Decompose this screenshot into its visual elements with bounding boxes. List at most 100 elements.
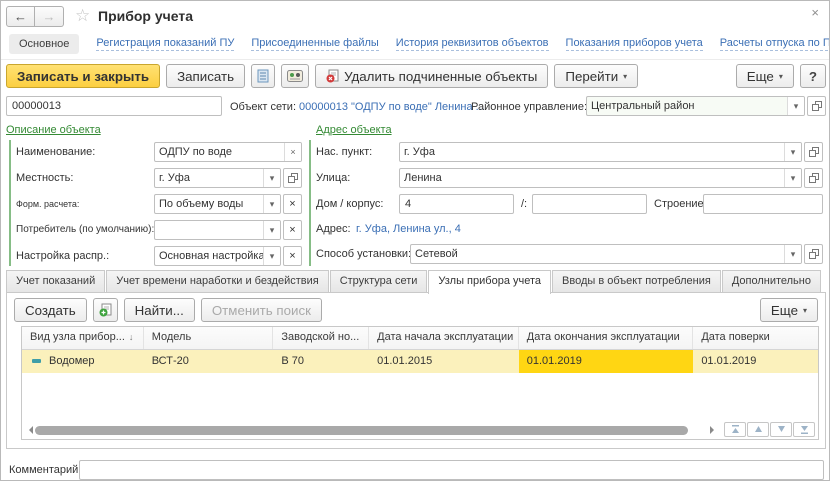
clear-button[interactable]: × <box>283 220 302 240</box>
column-end-date[interactable]: Дата окончания эксплуатации <box>519 327 694 349</box>
nav-item-main[interactable]: Основное <box>9 34 79 54</box>
cell-serial[interactable]: В 70 <box>273 350 369 373</box>
address-value: г. Уфа, Ленина ул., 4 <box>356 223 461 235</box>
table-row[interactable]: Водомер ВСТ-20 В 70 01.01.2015 01.01.201… <box>22 350 818 373</box>
cell-node-type[interactable]: Водомер <box>22 350 144 373</box>
tab-consumption-inputs[interactable]: Вводы в объект потребления <box>552 270 721 292</box>
chevron-down-icon[interactable]: ▾ <box>263 169 280 187</box>
create-button[interactable]: Создать <box>14 298 87 322</box>
cancel-search-button[interactable]: Отменить поиск <box>201 298 322 322</box>
nav-link-calculations[interactable]: Расчеты отпуска по ПУ <box>720 37 830 51</box>
column-model[interactable]: Модель <box>144 327 274 349</box>
tab-additional[interactable]: Дополнительно <box>722 270 821 292</box>
cell-end-date-selected[interactable]: 01.01.2019 <box>519 350 694 373</box>
column-serial[interactable]: Заводской но... <box>273 327 369 349</box>
comment-label: Комментарий: <box>9 464 81 476</box>
consumer-label: Потребитель (по умолчанию): <box>16 224 154 235</box>
tab-network-structure[interactable]: Структура сети <box>330 270 428 292</box>
house-input[interactable] <box>399 194 514 214</box>
next-row-button[interactable] <box>770 422 792 437</box>
chevron-down-icon[interactable]: ▾ <box>263 247 280 265</box>
tab-device-nodes[interactable]: Узлы прибора учета <box>428 270 551 294</box>
cell-start-date[interactable]: 01.01.2015 <box>369 350 519 373</box>
chevron-down-icon[interactable]: ▾ <box>787 97 804 115</box>
go-last-row-button[interactable] <box>793 422 815 437</box>
last-row-icon <box>800 425 809 434</box>
horizontal-scrollbar[interactable] <box>25 424 718 436</box>
column-node-type[interactable]: Вид узла прибор...↓ <box>22 327 144 349</box>
consumer-value[interactable] <box>155 221 263 239</box>
building-input[interactable] <box>703 194 823 214</box>
card-button[interactable] <box>281 64 309 88</box>
open-icon <box>809 173 819 183</box>
list-more-button[interactable]: Еще ▾ <box>760 298 818 322</box>
go-first-row-button[interactable] <box>724 422 746 437</box>
clear-button[interactable]: × <box>283 246 302 266</box>
open-icon <box>812 101 822 111</box>
forward-button[interactable]: → <box>35 6 64 27</box>
name-value[interactable]: ОДПУ по воде <box>155 143 284 161</box>
nav-link-registration[interactable]: Регистрация показаний ПУ <box>96 37 234 51</box>
save-button[interactable]: Записать <box>166 64 245 88</box>
network-object-link[interactable]: 00000013 "ОДПУ по воде" Ленина ... <box>299 101 485 113</box>
street-field: Ленина ▾ <box>399 168 823 188</box>
list-button[interactable] <box>251 64 275 88</box>
install-method-value[interactable]: Сетевой <box>411 245 784 263</box>
open-button[interactable] <box>804 168 823 188</box>
nav-link-history[interactable]: История реквизитов объектов <box>396 37 549 51</box>
chevron-down-icon[interactable]: ▾ <box>784 143 801 161</box>
settlement-value[interactable]: г. Уфа <box>400 143 784 161</box>
cell-model[interactable]: ВСТ-20 <box>144 350 274 373</box>
goto-button[interactable]: Перейти ▾ <box>554 64 638 88</box>
scroll-left-icon[interactable] <box>25 426 33 434</box>
distribution-field: Основная настройка пр ▾ × <box>154 246 302 266</box>
description-group-title[interactable]: Описание объекта <box>6 124 101 136</box>
locality-value[interactable]: г. Уфа <box>155 169 263 187</box>
previous-row-button[interactable] <box>747 422 769 437</box>
scroll-right-icon[interactable] <box>710 426 718 434</box>
code-input[interactable] <box>6 96 222 116</box>
history-buttons: ← → <box>6 6 64 27</box>
open-button[interactable] <box>807 96 826 116</box>
save-and-close-button[interactable]: Записать и закрыть <box>6 64 160 88</box>
help-button[interactable]: ? <box>800 64 826 88</box>
cell-check-date[interactable]: 01.01.2019 <box>693 350 818 373</box>
more-button[interactable]: Еще ▾ <box>736 64 794 88</box>
address-group-title[interactable]: Адрес объекта <box>316 124 392 136</box>
open-button[interactable] <box>283 168 302 188</box>
chevron-down-icon[interactable]: ▾ <box>784 169 801 187</box>
calc-form-value[interactable]: По объему воды <box>155 195 263 213</box>
column-start-date[interactable]: Дата начала эксплуатации <box>369 327 519 349</box>
column-check-date[interactable]: Дата поверки <box>693 327 818 349</box>
create-by-copy-button[interactable] <box>93 298 118 322</box>
open-button[interactable] <box>804 244 823 264</box>
settlement-field: г. Уфа ▾ <box>399 142 823 162</box>
district-field: Центральный район ▾ <box>586 96 826 116</box>
comment-input[interactable] <box>79 460 824 480</box>
chevron-down-icon[interactable]: ▾ <box>263 195 280 213</box>
corpus-input[interactable] <box>532 194 647 214</box>
chevron-down-icon: ▾ <box>623 72 627 81</box>
find-button[interactable]: Найти... <box>124 298 195 322</box>
street-value[interactable]: Ленина <box>400 169 784 187</box>
close-icon[interactable]: × <box>811 5 819 20</box>
open-button[interactable] <box>804 142 823 162</box>
scrollbar-thumb[interactable] <box>35 426 688 435</box>
clear-button[interactable]: × <box>283 194 302 214</box>
back-button[interactable]: ← <box>6 6 35 27</box>
distribution-label: Настройка распр.: <box>16 250 109 262</box>
district-value[interactable]: Центральный район <box>587 97 787 115</box>
clear-icon[interactable]: × <box>284 143 301 161</box>
chevron-down-icon[interactable]: ▾ <box>784 245 801 263</box>
scrollbar-track[interactable] <box>35 426 708 435</box>
distribution-value[interactable]: Основная настройка пр <box>155 247 263 265</box>
chevron-down-icon[interactable]: ▾ <box>263 221 280 239</box>
tab-uptime[interactable]: Учет времени наработки и бездействия <box>106 270 328 292</box>
nav-link-readings[interactable]: Показания приборов учета <box>566 37 703 51</box>
row-navigation-buttons <box>724 422 815 437</box>
favorite-star-icon[interactable]: ☆ <box>75 6 90 26</box>
arrow-down-icon <box>777 425 786 434</box>
delete-subordinate-button[interactable]: Удалить подчиненные объекты <box>315 64 548 88</box>
tab-readings[interactable]: Учет показаний <box>6 270 105 292</box>
nav-link-attached-files[interactable]: Присоединенные файлы <box>251 37 378 51</box>
